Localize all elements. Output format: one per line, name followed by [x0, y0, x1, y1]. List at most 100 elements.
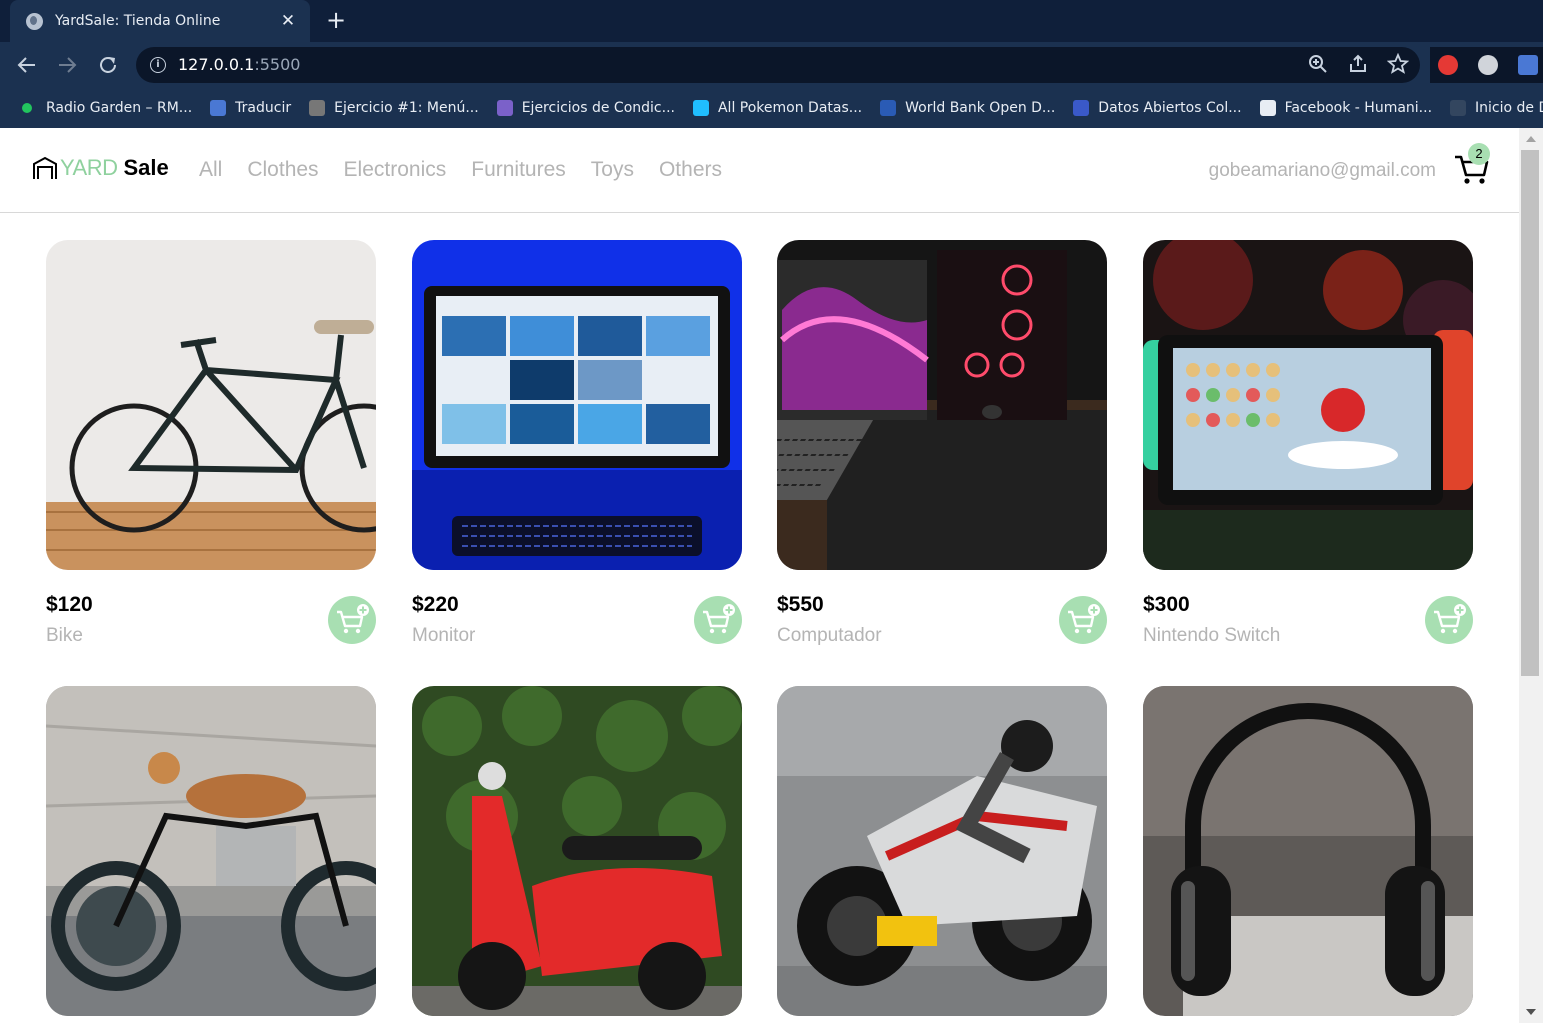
logo-sale-text: Sale — [123, 155, 169, 180]
product-image[interactable] — [1143, 686, 1473, 1016]
product-card[interactable] — [1143, 686, 1473, 1016]
page-scrollbar[interactable] — [1519, 128, 1543, 1023]
fb-icon — [1450, 100, 1467, 116]
bookmark-item[interactable]: World Bank Open D... — [880, 100, 1055, 116]
bookmark-item[interactable]: Ejercicio #1: Menú... — [309, 100, 479, 116]
add-to-cart-button[interactable] — [694, 596, 742, 644]
bookmark-label: Radio Garden – RM... — [46, 100, 193, 116]
add-to-cart-icon — [1068, 604, 1100, 634]
product-card[interactable]: $220 Monitor — [412, 240, 742, 646]
product-price: $220 — [412, 593, 459, 616]
hand-stop-extension-icon[interactable] — [1438, 55, 1458, 75]
product-image[interactable] — [46, 240, 376, 570]
product-name: Nintendo Switch — [1143, 625, 1281, 646]
add-to-cart-button[interactable] — [328, 596, 376, 644]
logo[interactable]: YARD Sale — [32, 155, 169, 181]
site-header: YARD Sale All Clothes Electronics Furnitu… — [0, 128, 1519, 213]
product-image[interactable] — [777, 240, 1107, 570]
kaggle-icon — [692, 100, 709, 116]
logo-yard-text: YARD — [60, 155, 118, 180]
ejercicio-icon — [309, 100, 326, 116]
scroll-up-arrow-icon[interactable] — [1526, 136, 1536, 142]
back-button[interactable] — [14, 52, 40, 78]
bookmarks-bar: Radio Garden – RM... Traducir Ejercicio #1… — [0, 88, 1543, 128]
translate-extension-icon[interactable] — [1518, 55, 1538, 75]
extensions-area — [1430, 47, 1543, 83]
forward-button[interactable] — [54, 52, 80, 78]
user-email[interactable]: gobeamariano@gmail.com — [1209, 160, 1436, 182]
reload-icon — [100, 56, 116, 73]
product-price: $120 — [46, 593, 93, 616]
datos-abiertos-icon — [1073, 100, 1090, 116]
zoom-icon[interactable] — [1306, 53, 1330, 77]
tab-title: YardSale: Tienda Online — [55, 13, 221, 29]
bookmark-label: Inicio de D — [1475, 100, 1543, 116]
browser-tab[interactable]: YardSale: Tienda Online ✕ — [10, 0, 310, 42]
sport-bike-image — [777, 686, 1107, 1016]
bookmark-label: All Pokemon Datas... — [717, 100, 863, 116]
site-info-icon[interactable]: i — [150, 57, 166, 73]
back-arrow-icon — [17, 57, 35, 73]
facebook-humani-icon — [1259, 100, 1276, 116]
product-card[interactable]: $300 Nintendo Switch — [1143, 240, 1473, 646]
nav-link-toys[interactable]: Toys — [591, 158, 634, 182]
browser-toolbar: i 127.0.0.1:5500 — [0, 42, 1543, 88]
nav-link-all[interactable]: All — [199, 158, 222, 182]
product-card[interactable] — [46, 686, 376, 1016]
add-to-cart-icon — [703, 604, 735, 634]
monitor-image — [412, 240, 742, 570]
product-image[interactable] — [777, 686, 1107, 1016]
nav-link-clothes[interactable]: Clothes — [247, 158, 318, 182]
product-name: Monitor — [412, 625, 476, 646]
address-bar[interactable]: i 127.0.0.1:5500 — [136, 47, 1420, 83]
scroll-down-arrow-icon[interactable] — [1526, 1009, 1536, 1015]
nav-link-others[interactable]: Others — [659, 158, 722, 182]
bookmark-item[interactable]: All Pokemon Datas... — [692, 100, 863, 116]
product-name: Computador — [777, 625, 882, 646]
ejercicios-icon — [496, 100, 513, 116]
product-card[interactable] — [412, 686, 742, 1016]
radio-garden-icon — [22, 103, 32, 113]
bookmark-label: Ejercicios de Condic... — [521, 100, 675, 116]
bookmark-label: Facebook - Humani... — [1284, 100, 1433, 116]
browser-tab-strip: YardSale: Tienda Online ✕ + — [0, 0, 1543, 42]
bicycle-image — [46, 240, 376, 570]
reload-button[interactable] — [95, 52, 121, 78]
add-to-cart-button[interactable] — [1059, 596, 1107, 644]
motorcycle-image — [46, 686, 376, 1016]
url-text[interactable]: 127.0.0.1:5500 — [178, 55, 300, 74]
tab-close-button[interactable]: ✕ — [278, 11, 298, 31]
nav-link-furnitures[interactable]: Furnitures — [471, 158, 566, 182]
share-icon[interactable] — [1346, 53, 1370, 77]
new-tab-button[interactable]: + — [326, 7, 346, 33]
product-card[interactable]: $550 Computador — [777, 240, 1107, 646]
world-bank-icon — [880, 100, 897, 116]
bookmark-item[interactable]: Facebook - Humani... — [1259, 100, 1433, 116]
bookmark-item[interactable]: Traducir — [210, 100, 291, 116]
computer-setup-image — [777, 240, 1107, 570]
bookmark-label: Ejercicio #1: Menú... — [334, 100, 479, 116]
bookmark-star-icon[interactable] — [1386, 52, 1410, 77]
bookmark-label: Traducir — [235, 100, 292, 116]
page-viewport: YARD Sale All Clothes Electronics Furnitu… — [0, 128, 1519, 1023]
product-image[interactable] — [412, 686, 742, 1016]
product-image[interactable] — [46, 686, 376, 1016]
bookmark-item[interactable]: Ejercicios de Condic... — [496, 100, 675, 116]
scrollbar-thumb[interactable] — [1521, 150, 1539, 676]
category-nav: All Clothes Electronics Furnitures Toys … — [199, 158, 747, 182]
nav-link-electronics[interactable]: Electronics — [344, 158, 447, 182]
product-card[interactable] — [777, 686, 1107, 1016]
bookmark-item[interactable]: Datos Abiertos Col... — [1073, 100, 1242, 116]
bookmark-item[interactable]: Radio Garden – RM... — [22, 100, 192, 116]
product-price: $550 — [777, 593, 824, 616]
product-card[interactable]: $120 Bike — [46, 240, 376, 646]
bookmark-item[interactable]: Inicio de D — [1450, 100, 1543, 116]
add-to-cart-button[interactable] — [1425, 596, 1473, 644]
scooter-image — [412, 686, 742, 1016]
nintendo-switch-image — [1143, 240, 1473, 570]
product-image[interactable] — [1143, 240, 1473, 570]
shopping-cart-button[interactable]: 2 — [1452, 143, 1492, 188]
product-image[interactable] — [412, 240, 742, 570]
extension-icon[interactable] — [1478, 55, 1498, 75]
cart-count-badge: 2 — [1468, 143, 1490, 165]
